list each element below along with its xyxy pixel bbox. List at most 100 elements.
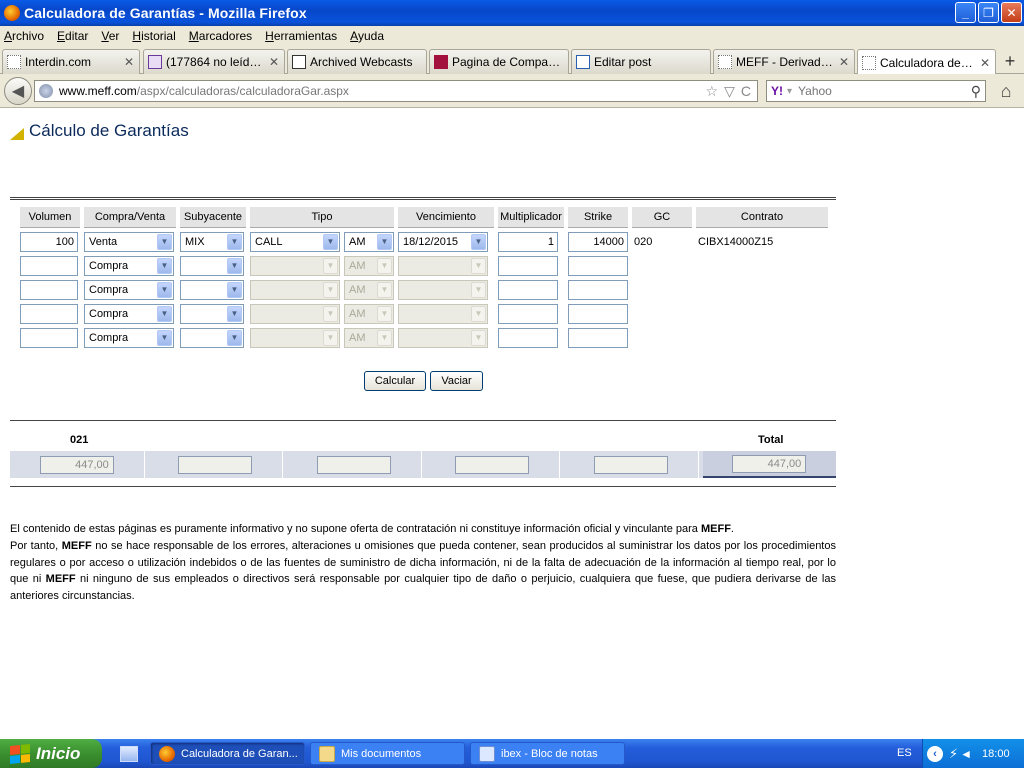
tab-close-icon[interactable]: ✕ [838, 55, 850, 69]
menu-ayuda[interactable]: Ayuda [350, 29, 384, 43]
chevron-down-icon[interactable]: ▼ [157, 329, 172, 346]
strike-input[interactable] [568, 255, 628, 276]
strike-input[interactable] [568, 303, 628, 324]
cell [568, 255, 628, 276]
result-value [316, 455, 391, 474]
menu-herramientas[interactable]: Herramientas [265, 29, 337, 43]
volumen-input[interactable] [20, 327, 78, 348]
menu-ver[interactable]: Ver [101, 29, 119, 43]
subyacente-select[interactable]: ▼ [180, 327, 244, 348]
page-icon [718, 55, 732, 69]
compra-venta-select[interactable]: Compra ▼ [84, 303, 174, 324]
compra-venta-select[interactable]: Compra ▼ [84, 327, 174, 348]
multiplicador-input[interactable] [498, 255, 558, 276]
compra-venta-select[interactable]: Compra ▼ [84, 255, 174, 276]
history-dropdown-icon[interactable]: ▽ [724, 83, 735, 100]
compra-venta-select[interactable]: Compra ▼ [84, 279, 174, 300]
chevron-down-icon[interactable]: ▼ [227, 305, 242, 322]
divider [10, 420, 836, 421]
cell [568, 303, 628, 324]
tab-close-icon[interactable]: ✕ [123, 55, 135, 69]
tab-label: Pagina de Compañ... [452, 55, 564, 69]
tab-close-icon[interactable]: ✕ [979, 56, 991, 70]
reload-icon[interactable]: C [741, 83, 751, 100]
search-input[interactable] [798, 84, 959, 98]
chevron-down-icon[interactable]: ▼ [227, 329, 242, 346]
subyacente-select[interactable]: ▼ [180, 303, 244, 324]
estilo-select[interactable]: AM ▼ [344, 231, 394, 252]
back-button[interactable]: ◀ [4, 77, 32, 105]
taskbar-item-firefox[interactable]: Calculadora de Garan... [150, 742, 305, 765]
clock[interactable]: 18:00 [982, 748, 1010, 760]
chevron-down-icon: ▼ [323, 329, 338, 346]
new-tab-button[interactable]: + [998, 49, 1022, 73]
url-text[interactable]: www.meff.com/aspx/calculadoras/calculado… [59, 84, 349, 98]
calcular-button[interactable]: Calcular [364, 371, 426, 391]
tab-editar-post[interactable]: Editar post [571, 49, 711, 74]
yahoo-icon[interactable]: Y! [771, 84, 783, 98]
tray-expand-icon[interactable]: ‹ [927, 745, 943, 762]
search-bar[interactable]: Y! ▾ ⚲ [766, 80, 986, 102]
home-icon[interactable]: ⌂ [996, 81, 1016, 101]
cell: 020 [632, 231, 692, 252]
multiplicador-input[interactable] [498, 231, 558, 252]
strike-input[interactable] [568, 327, 628, 348]
language-indicator[interactable]: ES [897, 747, 912, 759]
volume-icon[interactable]: ◄ [960, 747, 972, 761]
chevron-down-icon[interactable]: ▼ [157, 281, 172, 298]
multiplicador-input[interactable] [498, 327, 558, 348]
menu-marcadores[interactable]: Marcadores [189, 29, 252, 43]
multiplicador-input[interactable] [498, 279, 558, 300]
vaciar-button[interactable]: Vaciar [430, 371, 483, 391]
tab-close-icon[interactable]: ✕ [268, 55, 280, 69]
chevron-down-icon[interactable]: ▼ [157, 257, 172, 274]
tab-interdin[interactable]: Interdin.com ✕ [2, 49, 140, 74]
cell: CIBX14000Z15 [696, 231, 828, 252]
compra-venta-select[interactable]: Venta ▼ [84, 231, 174, 252]
chevron-down-icon[interactable]: ▼ [157, 305, 172, 322]
volumen-input[interactable] [20, 303, 78, 324]
chevron-down-icon[interactable]: ▼ [227, 257, 242, 274]
brand-name: MEFF [61, 539, 92, 552]
url-bar[interactable]: www.meff.com/aspx/calculadoras/calculado… [34, 80, 758, 102]
chevron-down-icon[interactable]: ▼ [377, 233, 392, 250]
tab-pagina-compania[interactable]: Pagina de Compañ... [429, 49, 569, 74]
engine-dropdown-icon[interactable]: ▾ [787, 86, 792, 97]
volumen-input[interactable] [20, 255, 78, 276]
tipo-select[interactable]: CALL ▼ [250, 231, 340, 252]
strike-input[interactable] [568, 279, 628, 300]
chevron-down-icon[interactable]: ▼ [323, 233, 338, 250]
multiplicador-input[interactable] [498, 303, 558, 324]
taskbar-item-notepad[interactable]: ibex - Bloc de notas [470, 742, 625, 765]
menu-historial[interactable]: Historial [132, 29, 175, 43]
tab-meff-derivados[interactable]: MEFF - Derivados ... ✕ [713, 49, 855, 74]
chevron-down-icon[interactable]: ▼ [157, 233, 172, 250]
vencimiento-select[interactable]: 18/12/2015 ▼ [398, 231, 488, 252]
menu-archivo[interactable]: Archivo [4, 29, 44, 43]
select-value: 18/12/2015 [403, 235, 459, 248]
tab-mail[interactable]: (177864 no leídos)... ✕ [143, 49, 285, 74]
tab-calculadora[interactable]: Calculadora de Ga... ✕ [857, 49, 996, 75]
tipo-select: ▼ [250, 255, 340, 276]
subyacente-select[interactable]: ▼ [180, 255, 244, 276]
maximize-button[interactable]: ❐ [978, 2, 999, 23]
network-icon[interactable]: ⚡ [949, 746, 958, 762]
chevron-down-icon[interactable]: ▼ [471, 233, 486, 250]
close-window-button[interactable]: ✕ [1001, 2, 1022, 23]
start-button[interactable]: Inicio [0, 739, 102, 768]
bookmark-star-icon[interactable]: ☆ [706, 83, 719, 100]
taskbar-item-mis-documentos[interactable]: Mis documentos [310, 742, 465, 765]
subyacente-select[interactable]: ▼ [180, 279, 244, 300]
minimize-button[interactable]: _ [955, 2, 976, 23]
menu-editar[interactable]: Editar [57, 29, 88, 43]
chevron-down-icon[interactable]: ▼ [227, 281, 242, 298]
tab-archived-webcasts[interactable]: Archived Webcasts [287, 49, 427, 74]
subyacente-select[interactable]: MIX ▼ [180, 231, 244, 252]
chevron-down-icon[interactable]: ▼ [227, 233, 242, 250]
strike-input[interactable] [568, 231, 628, 252]
cell: ▼ [180, 303, 246, 324]
search-icon[interactable]: ⚲ [971, 83, 981, 100]
volumen-input[interactable] [20, 231, 78, 252]
show-desktop-icon[interactable] [120, 745, 138, 762]
volumen-input[interactable] [20, 279, 78, 300]
